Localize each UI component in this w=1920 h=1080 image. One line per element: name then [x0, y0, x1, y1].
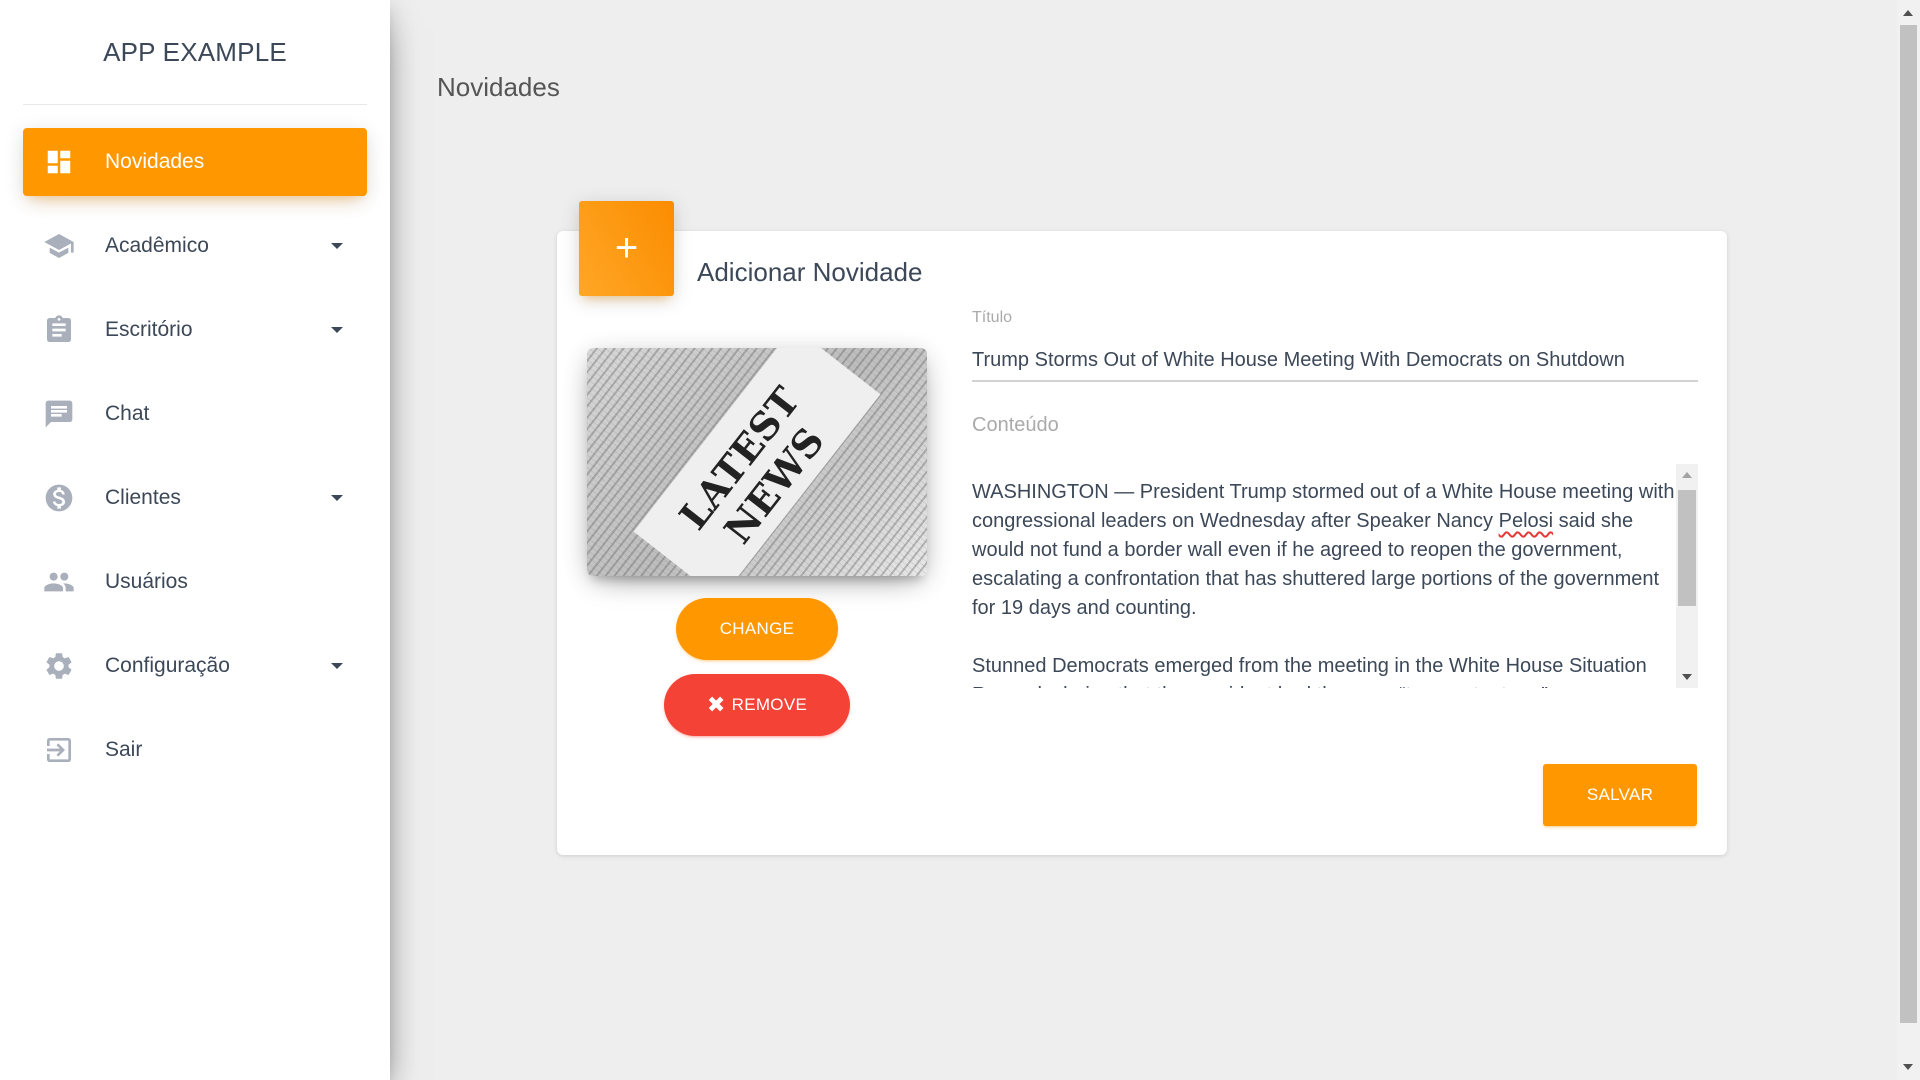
- sidebar-item-usuarios[interactable]: Usuários: [23, 548, 367, 616]
- sidebar-item-configuracao[interactable]: Configuração: [23, 632, 367, 700]
- page-scrollbar[interactable]: [1897, 0, 1920, 1080]
- conteudo-text: WASHINGTON — President Trump stormed out…: [972, 478, 1676, 688]
- caret-down-icon[interactable]: [331, 663, 343, 669]
- sidebar-item-label: Chat: [105, 402, 150, 425]
- dashboard-icon: [43, 146, 75, 178]
- card-title: Adicionar Novidade: [697, 257, 923, 287]
- sidebar-item-novidades[interactable]: Novidades: [23, 128, 367, 196]
- conteudo-paragraph: Stunned Democrats emerged from the meeti…: [972, 655, 1647, 688]
- caret-down-icon[interactable]: [331, 495, 343, 501]
- sidebar-item-label: Usuários: [105, 570, 188, 593]
- clipboard-icon: [43, 314, 75, 346]
- change-image-button[interactable]: CHANGE: [676, 598, 838, 660]
- misspelled-word: Pelosi: [1498, 510, 1554, 532]
- textarea-scrollbar[interactable]: [1676, 464, 1698, 688]
- sidebar: APP EXAMPLE Novidades Acadêmico Escritór…: [0, 0, 390, 1080]
- scroll-down-arrow-icon[interactable]: [1903, 1064, 1913, 1070]
- sidebar-item-label: Escritório: [105, 318, 193, 341]
- conteudo-paragraph: WASHINGTON — President Trump stormed out…: [972, 478, 1676, 623]
- scroll-up-arrow-icon[interactable]: [1903, 10, 1913, 16]
- caret-down-icon[interactable]: [331, 327, 343, 333]
- chat-icon: [43, 398, 75, 430]
- sidebar-item-sair[interactable]: Sair: [23, 716, 367, 784]
- sidebar-item-label: Novidades: [105, 150, 205, 173]
- sidebar-item-clientes[interactable]: Clientes: [23, 464, 367, 532]
- exit-icon: [43, 734, 75, 766]
- scrollbar-thumb[interactable]: [1900, 25, 1917, 1023]
- sidebar-item-chat[interactable]: Chat: [23, 380, 367, 448]
- scroll-up-arrow-icon[interactable]: [1682, 472, 1692, 478]
- close-icon: ✖: [706, 692, 726, 717]
- scroll-down-arrow-icon[interactable]: [1682, 674, 1692, 680]
- plus-icon: +: [579, 201, 674, 296]
- brand-logo-text[interactable]: APP EXAMPLE: [23, 0, 367, 105]
- remove-image-button[interactable]: ✖ REMOVE: [664, 674, 850, 736]
- titulo-input[interactable]: [972, 340, 1698, 382]
- remove-label: REMOVE: [731, 695, 808, 714]
- gear-icon: [43, 650, 75, 682]
- sidebar-item-label: Acadêmico: [105, 234, 209, 257]
- conteudo-label: Conteúdo: [972, 414, 1059, 436]
- sidebar-nav: Novidades Acadêmico Escritório Chat Clie…: [23, 128, 367, 800]
- titulo-label: Título: [972, 309, 1013, 326]
- people-icon: [43, 566, 75, 598]
- sidebar-item-escritorio[interactable]: Escritório: [23, 296, 367, 364]
- graduation-cap-icon: [43, 230, 75, 262]
- page-title: Novidades: [437, 72, 560, 102]
- sidebar-item-label: Clientes: [105, 486, 181, 509]
- dollar-icon: [43, 482, 75, 514]
- caret-down-icon[interactable]: [331, 243, 343, 249]
- news-image-preview: LATEST NEWS: [587, 348, 927, 576]
- sidebar-item-label: Sair: [105, 738, 143, 761]
- sidebar-item-label: Configuração: [105, 654, 230, 677]
- sidebar-item-academico[interactable]: Acadêmico: [23, 212, 367, 280]
- scrollbar-thumb[interactable]: [1678, 490, 1696, 606]
- conteudo-textarea[interactable]: WASHINGTON — President Trump stormed out…: [972, 464, 1698, 688]
- save-button[interactable]: SALVAR: [1543, 764, 1697, 826]
